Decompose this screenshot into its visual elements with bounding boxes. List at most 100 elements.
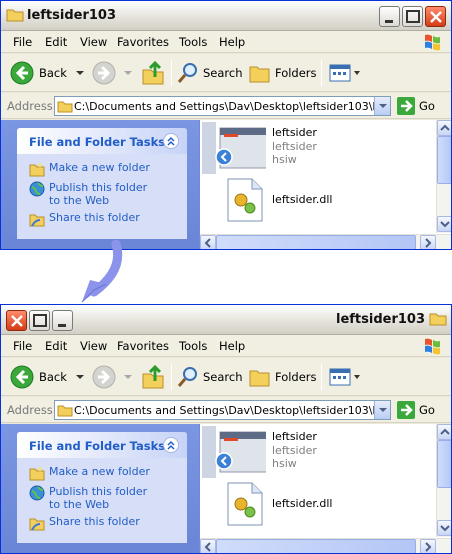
up-folder-button[interactable] (141, 363, 165, 391)
chevron-up-icon (440, 428, 450, 435)
maximize-button[interactable] (29, 310, 50, 331)
menu-view[interactable]: View (80, 339, 107, 353)
chevron-down-icon (379, 408, 387, 412)
file-item[interactable]: leftsider.dll (200, 480, 436, 530)
menu-edit[interactable]: Edit (45, 339, 67, 353)
close-icon (430, 11, 442, 23)
scroll-up-button[interactable] (437, 120, 451, 136)
file-item[interactable]: leftsider leftsider hsiw (200, 120, 436, 174)
share-folder-icon (29, 214, 45, 227)
menu-help[interactable]: Help (219, 35, 245, 49)
scroll-left-button[interactable] (200, 539, 216, 553)
folders-button[interactable]: Folders (248, 59, 317, 87)
close-button[interactable] (6, 310, 27, 331)
go-label: Go (419, 403, 435, 417)
task-share-folder[interactable]: Share this folder (29, 515, 140, 531)
forward-button[interactable] (91, 59, 135, 87)
search-label: Search (203, 66, 243, 80)
menu-bar: File Edit View Favorites Tools Help (1, 31, 451, 53)
collapse-button[interactable] (163, 133, 179, 149)
minimize-button[interactable] (52, 310, 73, 331)
views-icon (329, 64, 351, 82)
menu-tools[interactable]: Tools (179, 339, 207, 353)
title-bar[interactable]: leftsider103 (1, 1, 451, 31)
folders-button[interactable]: Folders (248, 363, 317, 391)
task-share-folder[interactable]: Share this folder (29, 211, 140, 227)
task-box-title: File and Folder Tasks (29, 439, 166, 453)
task-make-new-folder[interactable]: Make a new folder (29, 161, 150, 177)
menu-file[interactable]: File (13, 339, 32, 353)
chevron-down-icon (124, 71, 132, 75)
maximize-button[interactable] (402, 6, 423, 27)
address-input[interactable]: C:\Documents and Settings\Dav\Desktop\le… (54, 96, 391, 116)
minimize-button[interactable] (379, 6, 400, 27)
search-button[interactable]: Search (176, 59, 243, 87)
vertical-scrollbar[interactable] (436, 424, 451, 537)
menu-favorites[interactable]: Favorites (117, 339, 169, 353)
file-name: leftsider (272, 126, 317, 139)
window-title: leftsider103 (335, 312, 425, 327)
address-input[interactable]: C:\Documents and Settings\Dav\Desktop\le… (54, 400, 391, 420)
scroll-thumb[interactable] (216, 235, 416, 249)
address-path: C:\Documents and Settings\Dav\Desktop\le… (74, 100, 391, 113)
up-folder-button[interactable] (141, 59, 165, 87)
file-folder-tasks-box: File and Folder Tasks Make a new folder … (17, 432, 187, 543)
task-pane: File and Folder Tasks Make a new folder … (1, 120, 199, 249)
search-button[interactable]: Search (176, 363, 243, 391)
back-arrow-icon (10, 365, 34, 389)
chevron-down-icon (440, 221, 450, 228)
scroll-right-button[interactable] (420, 539, 436, 553)
file-item[interactable]: leftsider.dll (200, 176, 436, 226)
scroll-thumb[interactable] (437, 136, 451, 184)
file-type: leftsider (272, 444, 317, 457)
task-publish-to-web[interactable]: Publish this folder to the Web (29, 181, 154, 207)
task-label: Make a new folder (49, 465, 150, 478)
windows-logo-icon (425, 338, 440, 355)
address-dropdown-button[interactable] (374, 401, 390, 419)
file-company: hsiw (272, 153, 297, 166)
menu-help[interactable]: Help (219, 339, 245, 353)
file-item[interactable]: leftsider leftsider hsiw (200, 424, 436, 478)
scroll-down-button[interactable] (437, 520, 451, 536)
chevron-left-icon (204, 238, 211, 248)
go-button[interactable]: Go (397, 97, 435, 115)
new-folder-icon (29, 162, 45, 177)
back-button[interactable]: Back (9, 59, 87, 87)
menu-view[interactable]: View (80, 35, 107, 49)
scroll-down-button[interactable] (437, 216, 451, 232)
horizontal-scrollbar[interactable] (200, 234, 451, 249)
chevron-down-icon (440, 525, 450, 532)
content-area: File and Folder Tasks Make a new folder … (1, 120, 451, 249)
scroll-right-button[interactable] (420, 235, 436, 249)
chevron-down-icon (354, 71, 360, 75)
views-button[interactable] (328, 59, 362, 87)
close-button[interactable] (425, 6, 446, 27)
scroll-thumb[interactable] (216, 539, 416, 553)
task-box-header[interactable]: File and Folder Tasks (17, 128, 187, 154)
scroll-thumb[interactable] (437, 440, 451, 488)
shortcut-file-icon (202, 122, 266, 174)
scroll-left-button[interactable] (200, 235, 216, 249)
back-button[interactable]: Back (9, 363, 87, 391)
menu-edit[interactable]: Edit (45, 35, 67, 49)
horizontal-scrollbar[interactable] (200, 538, 451, 553)
scroll-up-button[interactable] (437, 424, 451, 440)
menu-tools[interactable]: Tools (179, 35, 207, 49)
task-box-header[interactable]: File and Folder Tasks (17, 432, 187, 458)
task-make-new-folder[interactable]: Make a new folder (29, 465, 150, 481)
go-button[interactable]: Go (397, 401, 435, 419)
globe-icon (29, 181, 45, 197)
task-publish-to-web[interactable]: Publish this folder to the Web (29, 485, 154, 511)
collapse-button[interactable] (163, 437, 179, 453)
back-label: Back (39, 370, 67, 384)
title-bar[interactable]: leftsider103 (1, 305, 451, 335)
forward-button[interactable] (91, 363, 135, 391)
curved-arrow-icon (81, 240, 123, 303)
views-button[interactable] (328, 363, 362, 391)
menu-favorites[interactable]: Favorites (117, 35, 169, 49)
window-title: leftsider103 (27, 8, 117, 23)
search-label: Search (203, 370, 243, 384)
vertical-scrollbar[interactable] (436, 120, 451, 233)
address-dropdown-button[interactable] (374, 97, 390, 115)
menu-file[interactable]: File (13, 35, 32, 49)
